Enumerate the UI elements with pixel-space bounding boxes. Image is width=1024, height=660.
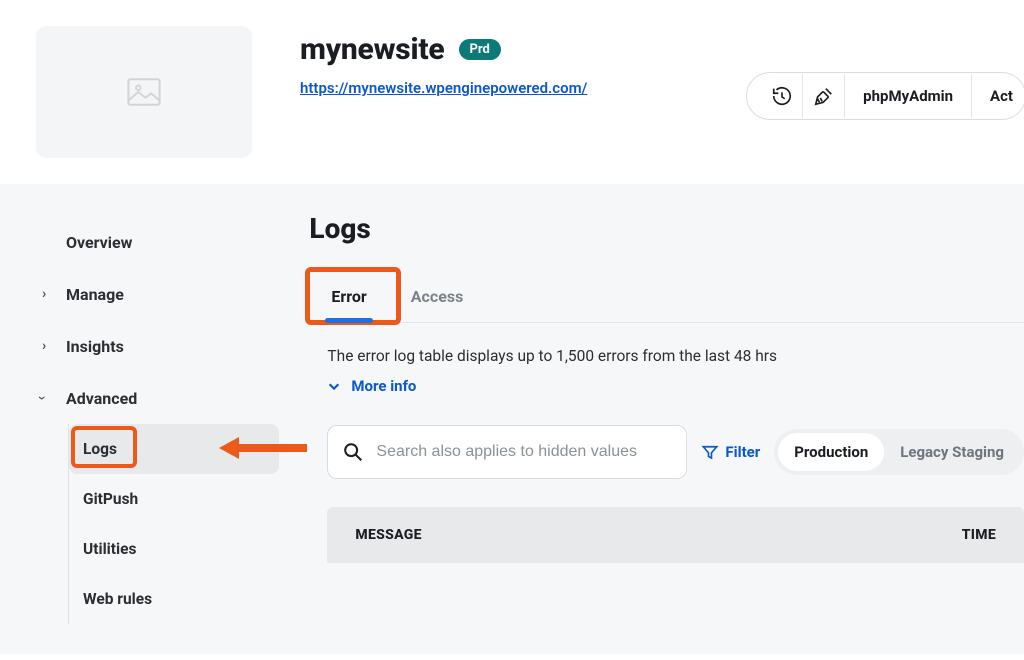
sidebar-item-label: Utilities: [83, 540, 136, 558]
site-url-link[interactable]: https://mynewsite.wpenginepowered.com/: [300, 79, 587, 97]
site-header: mynewsite Prd https://mynewsite.wpengine…: [0, 0, 1024, 184]
filter-icon: [701, 443, 719, 461]
sidebar-item-label: Logs: [83, 440, 117, 458]
sidebar-sub-gitpush[interactable]: GitPush: [69, 474, 279, 524]
tab-error[interactable]: Error: [309, 273, 388, 322]
env-badge: Prd: [459, 39, 501, 60]
environment-segment: Production Legacy Staging: [774, 429, 1024, 475]
sidebar-advanced-children: Logs GitPush Utilities Web rules: [68, 424, 279, 624]
sidebar-sub-utilities[interactable]: Utilities: [69, 524, 279, 574]
arrow-icon: [219, 433, 307, 463]
log-controls: Filter Production Legacy Staging: [327, 425, 1024, 479]
segment-production[interactable]: Production: [778, 433, 884, 471]
more-info-label: More info: [351, 377, 416, 395]
description-text: The error log table displays up to 1,500…: [327, 347, 1024, 365]
column-message: MESSAGE: [355, 527, 961, 543]
page-title: Logs: [309, 212, 1024, 245]
filter-label: Filter: [725, 443, 760, 461]
image-icon: [127, 77, 161, 107]
sidebar-item-label: Manage: [66, 285, 124, 304]
sidebar-item-overview[interactable]: Overview: [36, 216, 279, 268]
more-info-toggle[interactable]: More info: [327, 377, 1024, 395]
tab-access[interactable]: Access: [389, 273, 486, 322]
clear-cache-button[interactable]: [803, 74, 845, 118]
chevron-down-icon: ›: [34, 396, 50, 400]
main-content: Logs Error Access The error log table di…: [279, 184, 1024, 654]
sidebar-item-advanced[interactable]: › Advanced: [36, 372, 279, 424]
sidebar: Overview › Manage › Insights › Advanced …: [36, 184, 279, 654]
search-icon: [342, 441, 364, 463]
site-thumbnail: [36, 26, 252, 158]
action-toolbar: phpMyAdmin Act: [746, 72, 1024, 120]
actions-button[interactable]: Act: [972, 74, 1013, 118]
sidebar-item-label: Web rules: [83, 590, 152, 608]
search-box[interactable]: [327, 425, 687, 479]
restore-button[interactable]: [761, 74, 803, 118]
chevron-down-icon: [327, 379, 341, 393]
search-input[interactable]: [376, 443, 672, 461]
history-icon: [771, 85, 793, 107]
filter-button[interactable]: Filter: [701, 443, 760, 461]
tabs: Error Access: [309, 273, 1024, 323]
log-table-header: MESSAGE TIME: [327, 507, 1024, 563]
phpmyadmin-button[interactable]: phpMyAdmin: [845, 74, 972, 118]
sidebar-sub-logs[interactable]: Logs: [69, 424, 279, 474]
sidebar-item-label: Insights: [66, 337, 124, 356]
sidebar-item-label: GitPush: [83, 490, 138, 508]
column-time: TIME: [962, 527, 996, 543]
sidebar-item-manage[interactable]: › Manage: [36, 268, 279, 320]
sidebar-item-label: Overview: [66, 233, 132, 252]
sidebar-item-label: Advanced: [66, 389, 137, 408]
site-title: mynewsite: [300, 32, 445, 67]
sidebar-sub-webrules[interactable]: Web rules: [69, 574, 279, 624]
sidebar-item-insights[interactable]: › Insights: [36, 320, 279, 372]
title-block: mynewsite Prd https://mynewsite.wpengine…: [300, 26, 587, 97]
chevron-right-icon: ›: [42, 286, 46, 302]
chevron-right-icon: ›: [42, 338, 46, 354]
body-area: Overview › Manage › Insights › Advanced …: [0, 184, 1024, 654]
broom-icon: [813, 85, 835, 107]
segment-legacy-staging[interactable]: Legacy Staging: [884, 433, 1020, 471]
